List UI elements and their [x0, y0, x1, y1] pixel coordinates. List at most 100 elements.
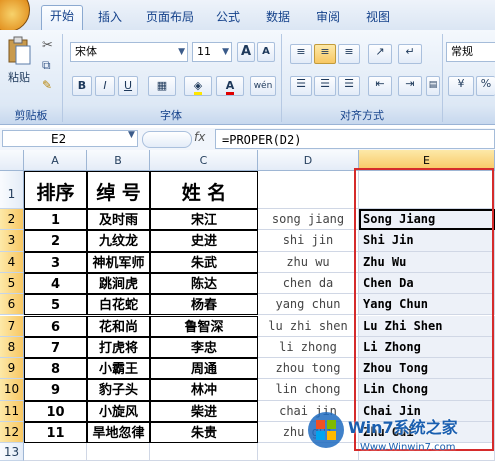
column-header-d[interactable]: D — [258, 150, 359, 171]
office-button[interactable] — [0, 0, 30, 32]
tab-page-layout[interactable]: 页面布局 — [142, 7, 198, 30]
name-cell[interactable]: 朱贵 — [150, 422, 258, 444]
row-header[interactable]: 4 — [0, 251, 24, 273]
rank-cell[interactable]: 8 — [24, 358, 87, 380]
row-header[interactable]: 1 — [0, 171, 24, 209]
row-header[interactable]: 13 — [0, 443, 24, 462]
empty-cell[interactable] — [87, 443, 150, 462]
row-header[interactable]: 9 — [0, 358, 24, 380]
nickname-cell[interactable]: 白花蛇 — [87, 294, 150, 316]
name-cell[interactable]: 林冲 — [150, 379, 258, 401]
number-format-combo[interactable]: 常规 — [446, 42, 495, 62]
name-box[interactable]: E2 — [2, 130, 138, 147]
chevron-down-icon[interactable]: ▼ — [128, 130, 135, 140]
name-cell[interactable]: 陈达 — [150, 272, 258, 295]
nickname-cell[interactable]: 花和尚 — [87, 315, 150, 337]
nickname-cell[interactable]: 小霸王 — [87, 358, 150, 380]
bold-button[interactable]: B — [72, 76, 92, 96]
name-cell[interactable]: 杨春 — [150, 294, 258, 316]
percent-button[interactable]: % — [476, 76, 495, 96]
font-name-combo[interactable]: 宋体 ▼ — [70, 42, 188, 62]
pinyin-cell[interactable]: shi jin — [258, 230, 359, 252]
proper-cell[interactable]: Chen Da — [359, 272, 495, 295]
column-header-c[interactable]: C — [150, 150, 258, 171]
rank-cell[interactable]: 9 — [24, 379, 87, 401]
name-cell[interactable]: 柴进 — [150, 400, 258, 422]
column-header-e[interactable]: E — [359, 150, 495, 171]
proper-cell[interactable]: Zhu Wu — [359, 251, 495, 273]
header-cell-nickname[interactable]: 绰 号 — [87, 171, 150, 209]
pinyin-cell[interactable]: yang chun — [258, 294, 359, 316]
row-header[interactable]: 6 — [0, 294, 24, 316]
row-header[interactable]: 2 — [0, 209, 24, 231]
proper-cell[interactable]: Song Jiang — [359, 209, 495, 231]
rank-cell[interactable]: 6 — [24, 315, 87, 337]
empty-cell[interactable] — [258, 171, 359, 209]
align-middle-button[interactable]: ≡ — [314, 44, 336, 64]
pinyin-cell[interactable]: lin chong — [258, 379, 359, 401]
rank-cell[interactable]: 3 — [24, 251, 87, 273]
column-header-b[interactable]: B — [87, 150, 150, 171]
row-header[interactable]: 8 — [0, 336, 24, 359]
row-header[interactable]: 5 — [0, 272, 24, 295]
column-header-a[interactable]: A — [24, 150, 87, 171]
name-cell[interactable]: 周通 — [150, 358, 258, 380]
currency-button[interactable]: ¥ — [448, 76, 474, 96]
cut-icon[interactable]: ✂ — [42, 38, 53, 53]
tab-review[interactable]: 审阅 — [310, 7, 346, 30]
rank-cell[interactable]: 7 — [24, 336, 87, 359]
paste-button[interactable]: 粘贴 — [4, 36, 34, 94]
proper-cell[interactable]: Shi Jin — [359, 230, 495, 252]
phonetic-button[interactable]: wén — [250, 76, 276, 96]
proper-cell[interactable]: Li Zhong — [359, 336, 495, 359]
pinyin-cell[interactable]: song jiang — [258, 209, 359, 231]
tab-formulas[interactable]: 公式 — [210, 7, 246, 30]
rank-cell[interactable]: 1 — [24, 209, 87, 231]
align-bottom-button[interactable]: ≡ — [338, 44, 360, 64]
grow-font-button[interactable]: A — [237, 42, 255, 62]
insert-function-button[interactable]: fx — [194, 130, 205, 144]
align-top-button[interactable]: ≡ — [290, 44, 312, 64]
tab-data[interactable]: 数据 — [260, 7, 296, 30]
empty-cell[interactable] — [150, 443, 258, 462]
header-cell-name[interactable]: 姓 名 — [150, 171, 258, 209]
empty-cell[interactable] — [24, 443, 87, 462]
row-header[interactable]: 10 — [0, 379, 24, 401]
pinyin-cell[interactable]: zhu wu — [258, 251, 359, 273]
align-right-button[interactable]: ☰ — [338, 76, 360, 96]
formula-input[interactable]: =PROPER(D2) — [215, 129, 495, 149]
select-all-corner[interactable] — [0, 150, 24, 171]
proper-cell[interactable]: Lin Chong — [359, 379, 495, 401]
rank-cell[interactable]: 5 — [24, 294, 87, 316]
formula-resize-handle[interactable] — [142, 131, 192, 148]
pinyin-cell[interactable]: li zhong — [258, 336, 359, 359]
empty-cell[interactable] — [359, 171, 495, 209]
nickname-cell[interactable]: 神机军师 — [87, 251, 150, 273]
nickname-cell[interactable]: 九纹龙 — [87, 230, 150, 252]
name-cell[interactable]: 鲁智深 — [150, 315, 258, 337]
increase-indent-button[interactable]: ⇥ — [398, 76, 422, 96]
tab-view[interactable]: 视图 — [360, 7, 396, 30]
tab-insert[interactable]: 插入 — [92, 7, 128, 30]
name-cell[interactable]: 李忠 — [150, 336, 258, 359]
nickname-cell[interactable]: 旱地忽律 — [87, 422, 150, 444]
decrease-indent-button[interactable]: ⇤ — [368, 76, 392, 96]
nickname-cell[interactable]: 跳涧虎 — [87, 272, 150, 295]
borders-button[interactable]: ▦ — [148, 76, 176, 96]
row-header[interactable]: 11 — [0, 400, 24, 422]
nickname-cell[interactable]: 豹子头 — [87, 379, 150, 401]
tab-home[interactable]: 开始 — [41, 5, 83, 32]
format-painter-icon[interactable]: ✎ — [42, 78, 52, 92]
rank-cell[interactable]: 2 — [24, 230, 87, 252]
rank-cell[interactable]: 4 — [24, 272, 87, 295]
align-left-button[interactable]: ☰ — [290, 76, 312, 96]
copy-icon[interactable]: ⧉ — [42, 58, 51, 73]
orientation-button[interactable]: ↗ — [368, 44, 392, 64]
proper-cell[interactable]: Lu Zhi Shen — [359, 315, 495, 337]
wrap-text-button[interactable]: ↵ — [398, 44, 422, 64]
row-header[interactable]: 7 — [0, 315, 24, 337]
pinyin-cell[interactable]: chen da — [258, 272, 359, 295]
rank-cell[interactable]: 11 — [24, 422, 87, 444]
nickname-cell[interactable]: 小旋风 — [87, 400, 150, 422]
font-color-button[interactable]: A — [216, 76, 244, 96]
